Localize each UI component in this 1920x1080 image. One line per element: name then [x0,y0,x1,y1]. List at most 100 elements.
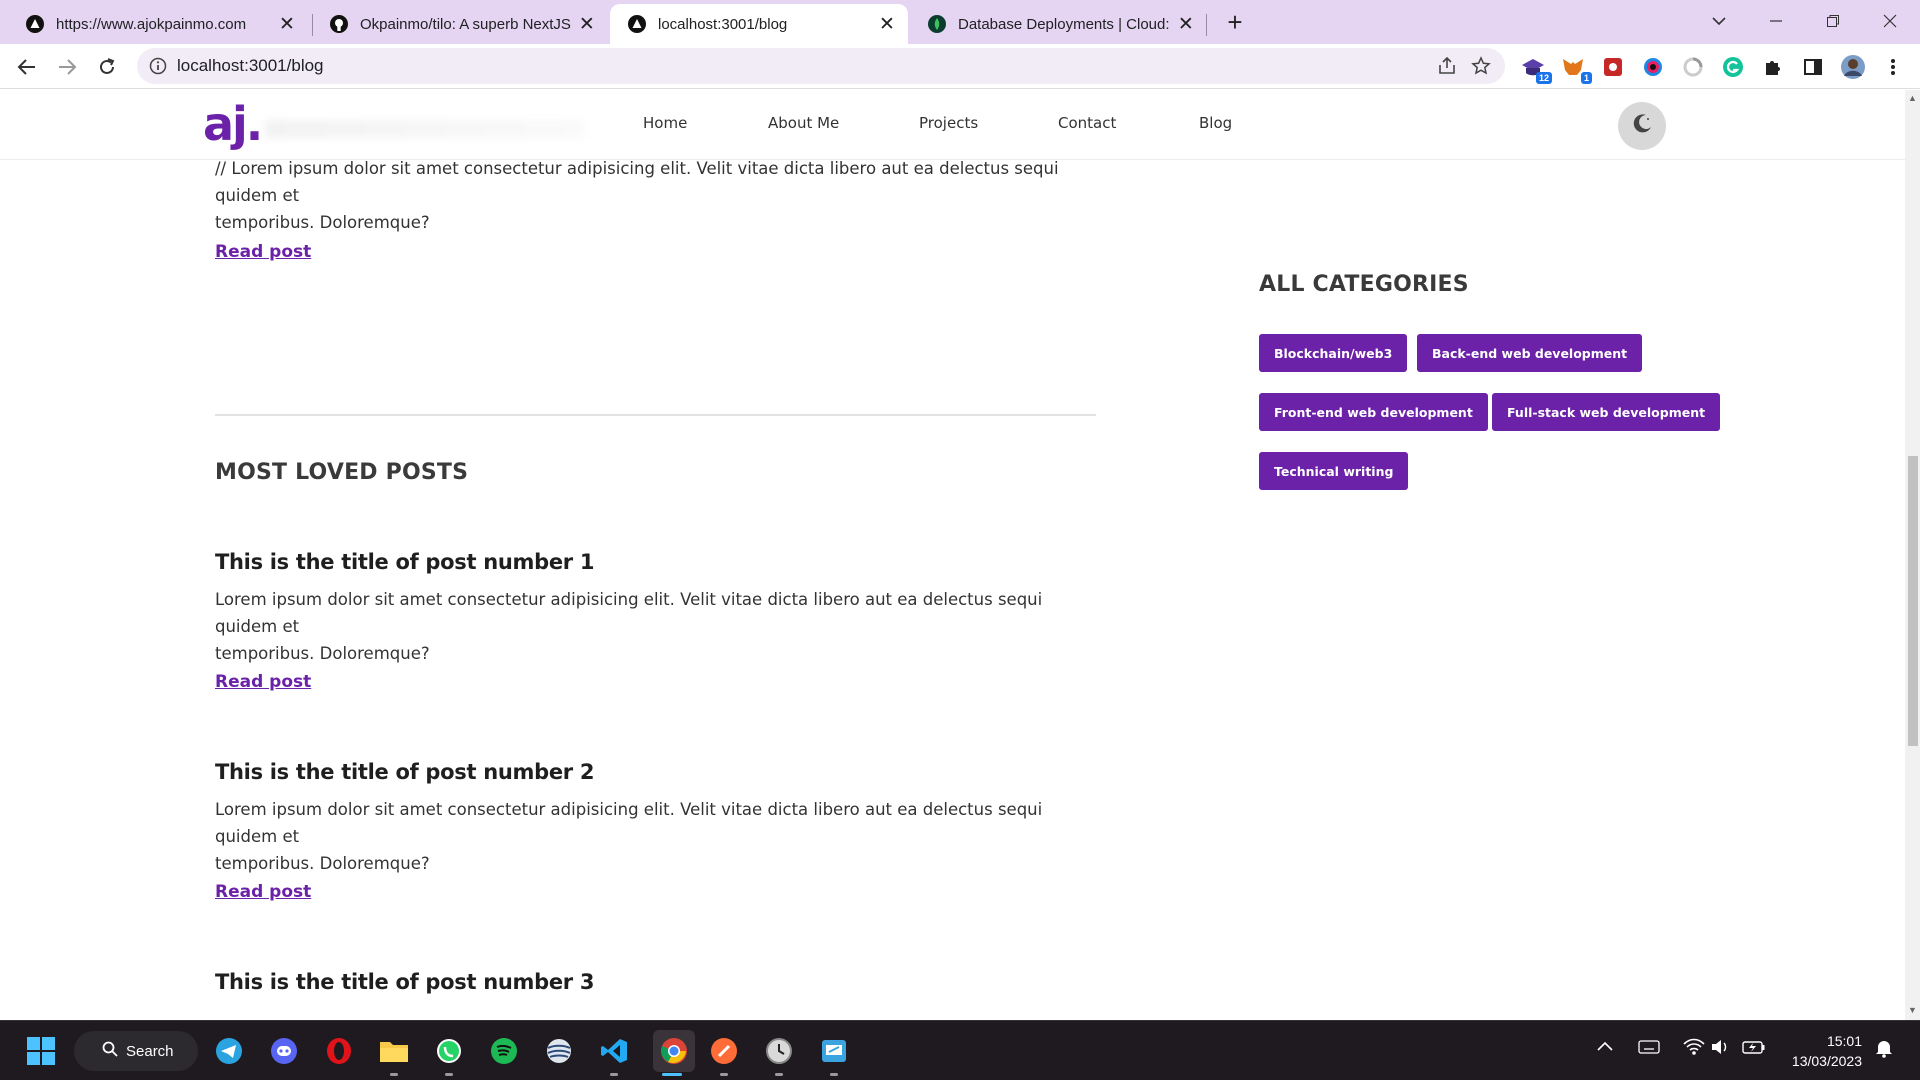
extension-badge: 12 [1535,72,1552,84]
share-icon[interactable] [1437,56,1457,81]
running-indicator [390,1073,398,1076]
site-logo[interactable]: aj. [203,97,263,151]
battery-icon[interactable] [1742,1039,1766,1060]
address-bar[interactable]: localhost:3001/blog [137,48,1505,84]
post-excerpt-line: temporibus. Doloremque? [215,854,430,873]
nav-projects[interactable]: Projects [919,114,978,132]
post-excerpt-line: Lorem ipsum dolor sit amet consectetur a… [215,800,1043,846]
notification-bell-icon[interactable] [1874,1038,1894,1063]
browser-tab-bar: https://www.ajokpainmo.com ✕ Okpainmo/ti… [0,0,1920,44]
chrome-icon[interactable] [653,1030,695,1072]
windows-start-icon[interactable] [25,1035,57,1067]
clock-time: 15:01 [1826,1033,1862,1049]
taskbar-clock[interactable]: 15:01 13/03/2023 [1784,1031,1862,1071]
close-tab-icon[interactable]: ✕ [276,13,298,35]
tab-mongodb[interactable]: Database Deployments | Cloud: M ✕ [910,6,1206,42]
whatsapp-icon[interactable] [433,1035,465,1067]
tab-localhost-blog[interactable]: localhost:3001/blog ✕ [610,4,908,44]
keyboard-icon[interactable] [1638,1040,1660,1059]
read-post-link[interactable]: Read post [215,242,311,262]
telegram-icon[interactable] [213,1035,245,1067]
tray-overflow-chevron-icon[interactable] [1596,1039,1614,1057]
nav-blog[interactable]: Blog [1199,114,1232,132]
close-tab-icon[interactable]: ✕ [577,13,597,35]
close-tab-icon[interactable]: ✕ [1176,13,1196,35]
bookmark-star-icon[interactable] [1471,56,1491,81]
new-tab-button[interactable]: + [1221,9,1249,37]
scroll-up-icon[interactable]: ▲ [1908,94,1917,103]
scroll-down-icon[interactable]: ▼ [1908,1006,1917,1015]
post-title[interactable]: This is the title of post number 2 [215,760,1095,784]
side-panel-icon[interactable] [1800,54,1826,80]
tab-title: https://www.ajokpainmo.com [56,15,247,33]
grammarly-extension-icon[interactable] [1720,54,1746,80]
running-indicator [830,1073,838,1076]
nav-home[interactable]: Home [643,114,687,132]
category-chip[interactable]: Technical writing [1259,452,1409,490]
scrollbar-thumb[interactable] [1908,456,1918,746]
taskbar-search[interactable]: Search [74,1031,198,1071]
tab-github[interactable]: Okpainmo/tilo: A superb NextJS ... ✕ [312,6,607,42]
post-excerpt-line: // Lorem ipsum dolor sit amet consectetu… [215,159,1059,205]
back-icon[interactable] [12,52,42,82]
post-card: This is the title of post number 2 Lorem… [215,760,1095,902]
post-card-previous: // Lorem ipsum dolor sit amet consectetu… [215,155,1095,262]
post-excerpt: Lorem ipsum dolor sit amet consectetur a… [215,586,1095,667]
network-app-icon[interactable] [543,1035,575,1067]
post-title[interactable]: This is the title of post number 1 [215,550,1095,574]
category-chip[interactable]: Blockchain/web3 [1259,334,1408,372]
github-icon [330,15,348,33]
read-post-link[interactable]: Read post [215,882,311,902]
wifi-icon[interactable] [1683,1038,1705,1061]
mongodb-leaf-icon [928,15,946,33]
opera-icon[interactable] [323,1035,355,1067]
red-square-extension-icon[interactable] [1600,54,1626,80]
forward-icon[interactable] [52,52,82,82]
nav-contact[interactable]: Contact [1058,114,1116,132]
nav-about-me[interactable]: About Me [768,114,839,132]
discord-icon[interactable] [268,1035,300,1067]
site-info-icon[interactable] [149,57,167,80]
section-divider [215,414,1096,416]
theme-toggle-button[interactable] [1618,102,1666,150]
running-indicator [775,1073,783,1076]
category-chip[interactable]: Front-end web development [1259,393,1488,431]
reload-icon[interactable] [92,52,122,82]
puzzle-extensions-icon[interactable] [1760,54,1786,80]
metamask-extension-icon[interactable]: 1 [1560,54,1592,84]
most-loved-heading: MOST LOVED POSTS [215,460,469,485]
postman-icon[interactable] [708,1035,740,1067]
circle-color-extension-icon[interactable] [1640,54,1666,80]
minimize-icon[interactable] [1761,8,1791,34]
category-chip[interactable]: Back-end web development [1417,334,1643,372]
post-excerpt: // Lorem ipsum dolor sit amet consectetu… [215,155,1095,236]
loader-extension-icon[interactable] [1680,54,1706,80]
volume-icon[interactable] [1710,1038,1730,1061]
tab-ajokpainmo[interactable]: https://www.ajokpainmo.com ✕ [8,6,308,42]
extension-badge: 1 [1580,72,1592,84]
clock-app-icon[interactable] [763,1035,795,1067]
running-indicator [720,1073,728,1076]
browser-toolbar: localhost:3001/blog 12 1 [0,44,1920,89]
category-chip[interactable]: Full-stack web development [1492,393,1721,431]
profile-avatar-icon[interactable] [1840,54,1866,80]
tab-title: Okpainmo/tilo: A superb NextJS ... [360,15,571,33]
post-title[interactable]: This is the title of post number 3 [215,970,594,994]
active-indicator [662,1073,682,1076]
tab-separator [1206,14,1207,36]
close-window-icon[interactable] [1875,8,1905,34]
page-scrollbar[interactable]: ▲ ▼ [1905,90,1920,1020]
site-header: aj. Home About Me Projects Contact Blog [0,90,1905,160]
page-viewport: aj. Home About Me Projects Contact Blog … [0,90,1905,1020]
tab-search-chevron-icon[interactable] [1704,8,1734,34]
graduation-cap-extension-icon[interactable]: 12 [1520,54,1552,84]
search-icon [102,1041,118,1061]
close-tab-icon[interactable]: ✕ [876,13,898,35]
spotify-icon[interactable] [488,1035,520,1067]
remote-desktop-icon[interactable] [818,1035,850,1067]
read-post-link[interactable]: Read post [215,672,311,692]
vscode-icon[interactable] [598,1035,630,1067]
file-explorer-icon[interactable] [378,1035,410,1067]
restore-icon[interactable] [1818,8,1848,34]
browser-menu-icon[interactable] [1880,54,1906,80]
